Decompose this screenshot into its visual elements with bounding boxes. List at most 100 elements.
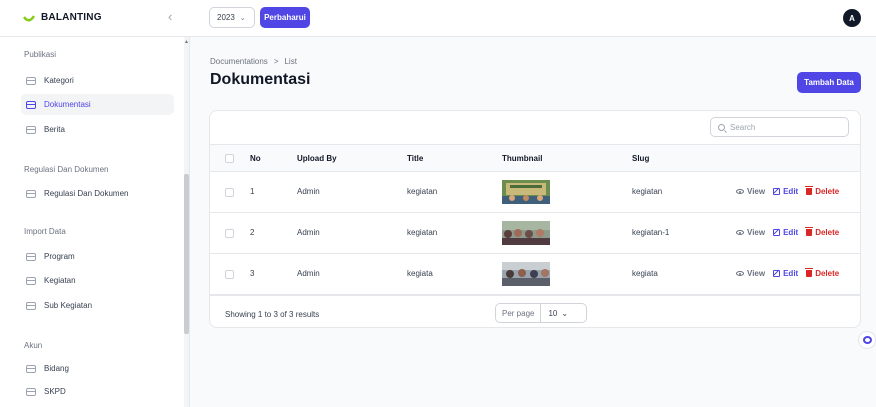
cell-upload-by: Admin bbox=[297, 228, 320, 237]
folder-icon bbox=[26, 76, 36, 85]
sidebar-item-label: Kegiatan bbox=[44, 276, 76, 285]
brand-logo-icon bbox=[23, 15, 35, 22]
view-label: View bbox=[747, 269, 766, 278]
group-title-publikasi: Publikasi bbox=[24, 50, 57, 59]
sidebar-item-sub-kegiatan[interactable]: Sub Kegiatan bbox=[21, 295, 174, 316]
delete-button[interactable]: Delete bbox=[805, 227, 840, 237]
year-select[interactable]: 2023 ⌄ bbox=[209, 7, 255, 28]
breadcrumb-documentations[interactable]: Documentations bbox=[210, 57, 268, 66]
view-button[interactable]: View bbox=[736, 187, 765, 196]
page-title: Dokumentasi bbox=[210, 71, 311, 88]
sidebar: Publikasi Kategori Dokumentasi Berita Re… bbox=[0, 37, 190, 407]
edit-icon bbox=[773, 188, 781, 195]
sidebar-item-label: Bidang bbox=[44, 364, 69, 373]
cell-slug: kegiata bbox=[632, 269, 658, 278]
cell-slug: kegiatan bbox=[632, 187, 663, 196]
group-title-akun: Akun bbox=[24, 341, 43, 350]
cell-title: kegiata bbox=[407, 269, 433, 278]
add-data-button[interactable]: Tambah Data bbox=[797, 72, 861, 93]
cell-slug: kegiatan-1 bbox=[632, 228, 670, 237]
view-button[interactable]: View bbox=[736, 269, 765, 278]
top-bar: BALANTING ‹ 2023 ⌄ Perbaharui A bbox=[0, 0, 876, 37]
search-placeholder: Search bbox=[730, 122, 756, 132]
sidebar-item-label: Sub Kegiatan bbox=[44, 301, 93, 310]
group-title-import: Import Data bbox=[24, 227, 66, 236]
folder-icon bbox=[26, 100, 36, 109]
chat-icon[interactable] bbox=[858, 331, 876, 349]
eye-icon bbox=[736, 271, 744, 276]
update-button[interactable]: Perbaharui bbox=[260, 7, 310, 28]
table-card: Search No Upload By Title Thumbnail Slug… bbox=[209, 110, 861, 328]
delete-button[interactable]: Delete bbox=[805, 186, 839, 196]
cell-title: kegiatan bbox=[407, 187, 438, 196]
view-label: View bbox=[747, 187, 766, 196]
column-header-thumbnail[interactable]: Thumbnail bbox=[502, 154, 542, 163]
column-header-upload-by[interactable]: Upload By bbox=[297, 154, 337, 163]
edit-button[interactable]: Edit bbox=[773, 187, 798, 196]
column-header-title[interactable]: Title bbox=[407, 154, 423, 163]
column-header-slug[interactable]: Slug bbox=[632, 154, 649, 163]
row-checkbox[interactable] bbox=[225, 229, 234, 238]
breadcrumb-separator: > bbox=[273, 57, 279, 66]
edit-button[interactable]: Edit bbox=[773, 269, 798, 278]
cell-title: kegiatan bbox=[407, 228, 438, 237]
sidebar-item-skpd[interactable]: SKPD bbox=[21, 381, 174, 402]
delete-button[interactable]: Delete bbox=[805, 268, 840, 278]
year-value: 2023 bbox=[217, 13, 235, 22]
delete-label: Delete bbox=[815, 269, 840, 278]
row-actions: View Edit Delete bbox=[736, 268, 840, 278]
sidebar-item-label: Berita bbox=[44, 125, 65, 134]
folder-icon bbox=[26, 364, 36, 373]
thumbnail-image[interactable] bbox=[502, 221, 550, 245]
search-input[interactable]: Search bbox=[710, 117, 849, 137]
sidebar-item-bidang[interactable]: Bidang bbox=[21, 358, 174, 379]
cell-no: 1 bbox=[250, 187, 255, 196]
sidebar-item-program[interactable]: Program bbox=[21, 246, 174, 267]
group-title-regulasi: Regulasi Dan Dokumen bbox=[24, 165, 109, 174]
brand-name: BALANTING bbox=[41, 11, 102, 23]
per-page-value-wrap: 10 ⌄ bbox=[541, 309, 568, 318]
trash-icon bbox=[805, 227, 814, 236]
cell-no: 2 bbox=[250, 228, 255, 237]
sidebar-item-kategori[interactable]: Kategori bbox=[21, 70, 174, 91]
edit-label: Edit bbox=[783, 269, 799, 278]
select-all-checkbox[interactable] bbox=[225, 154, 234, 163]
eye-icon bbox=[736, 230, 744, 235]
sidebar-scroll-thumb[interactable] bbox=[184, 174, 189, 334]
per-page-label: Per page bbox=[496, 304, 542, 322]
folder-icon bbox=[26, 125, 36, 134]
brand[interactable]: BALANTING bbox=[23, 11, 102, 23]
column-header-no[interactable]: No bbox=[250, 154, 261, 163]
sidebar-item-berita[interactable]: Berita bbox=[21, 119, 174, 140]
row-checkbox[interactable] bbox=[225, 188, 234, 197]
sidebar-item-kegiatan[interactable]: Kegiatan bbox=[21, 270, 174, 291]
table-header: No Upload By Title Thumbnail Slug bbox=[210, 144, 860, 172]
edit-icon bbox=[773, 270, 781, 277]
chevron-left-icon[interactable]: ‹ bbox=[168, 9, 172, 24]
per-page-select[interactable]: Per page 10 ⌄ bbox=[495, 303, 587, 323]
sidebar-item-label: Regulasi Dan Dokumen bbox=[44, 189, 129, 198]
sidebar-item-label: Kategori bbox=[44, 76, 74, 85]
view-button[interactable]: View bbox=[736, 228, 765, 237]
sidebar-item-dokumentasi[interactable]: Dokumentasi bbox=[21, 94, 174, 115]
table-footer-divider bbox=[210, 295, 860, 296]
search-icon bbox=[718, 123, 725, 131]
breadcrumb: Documentations > List bbox=[210, 57, 297, 66]
sidebar-item-regulasi[interactable]: Regulasi Dan Dokumen bbox=[21, 183, 174, 204]
row-checkbox[interactable] bbox=[225, 270, 234, 279]
edit-label: Edit bbox=[783, 228, 799, 237]
delete-label: Delete bbox=[815, 228, 840, 237]
folder-icon bbox=[26, 387, 36, 396]
edit-button[interactable]: Edit bbox=[773, 228, 798, 237]
table-row: 2 Admin kegiatan kegiatan-1 View Edit De… bbox=[210, 213, 860, 254]
thumbnail-image[interactable] bbox=[502, 180, 550, 204]
sidebar-item-label: Program bbox=[44, 252, 75, 261]
cell-no: 3 bbox=[250, 269, 255, 278]
avatar[interactable]: A bbox=[843, 9, 861, 27]
results-summary: Showing 1 to 3 of 3 results bbox=[225, 310, 320, 319]
scroll-up-icon[interactable]: ▲ bbox=[184, 39, 189, 45]
chevron-down-icon: ⌄ bbox=[239, 14, 246, 22]
view-label: View bbox=[747, 228, 766, 237]
thumbnail-image[interactable] bbox=[502, 262, 550, 286]
folder-icon bbox=[26, 252, 36, 261]
